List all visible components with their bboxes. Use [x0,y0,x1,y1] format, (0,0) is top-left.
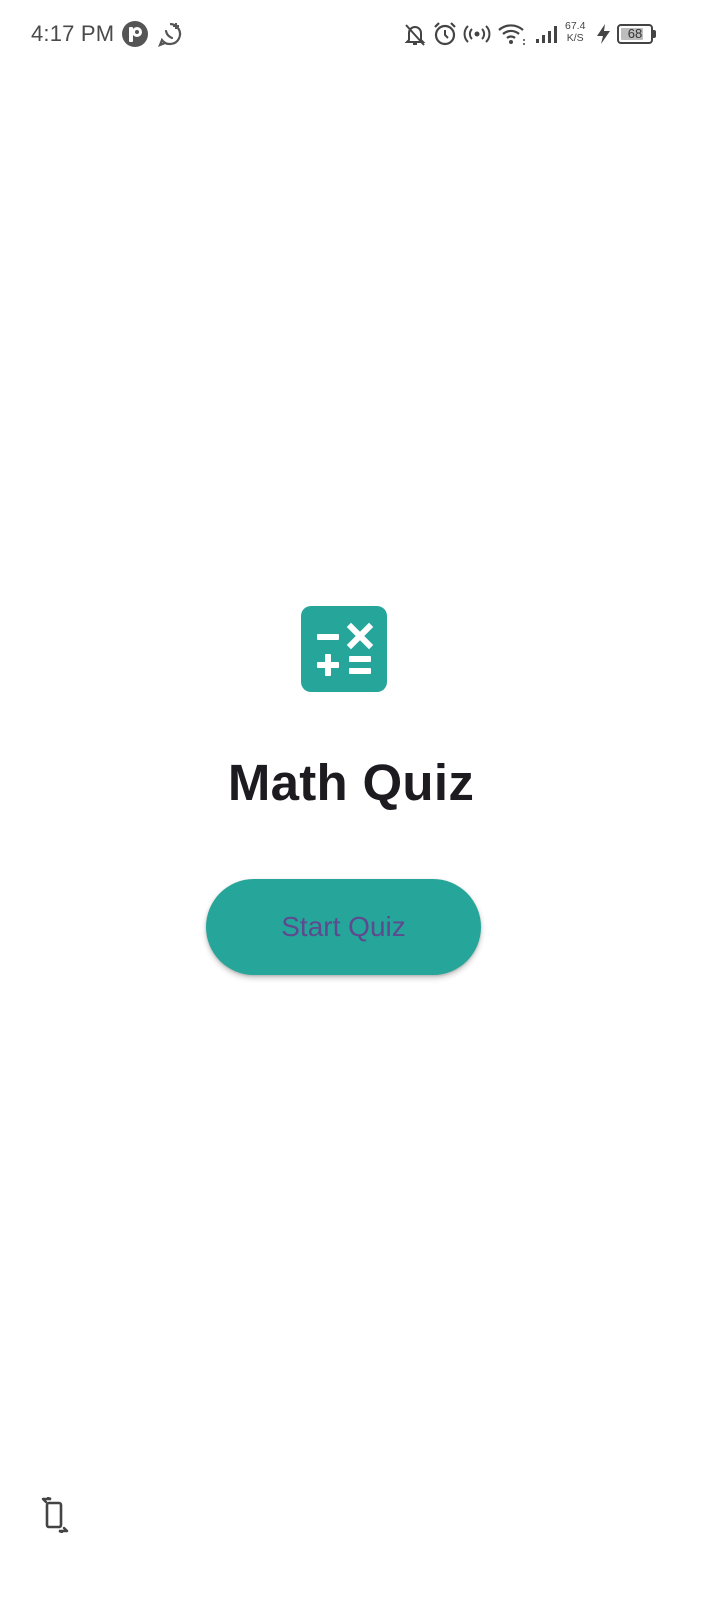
start-quiz-button[interactable]: Start Quiz [206,879,481,975]
mute-icon [404,24,426,46]
network-speed-unit: K/S [566,32,584,44]
network-speed: 67.4 K/S [565,20,585,44]
hotspot-icon [463,25,491,43]
network-speed-value: 67.4 [565,20,586,32]
app-notification-icon [122,21,148,47]
whatsapp-icon [158,22,182,47]
status-bar: 4:17 PM 67.4 K/S 68 [0,0,702,70]
battery-tip [653,30,656,38]
screen-rotate-icon[interactable] [41,1497,69,1533]
status-time: 4:17 PM [31,21,115,46]
alarm-icon [434,22,456,46]
charging-icon [597,24,610,44]
battery-level: 68 [627,26,643,41]
wifi-icon [498,24,525,45]
signal-icon [536,26,557,43]
calculator-icon [301,606,387,692]
app-title: Math Quiz [227,754,475,811]
battery-icon: 68 [617,24,653,44]
